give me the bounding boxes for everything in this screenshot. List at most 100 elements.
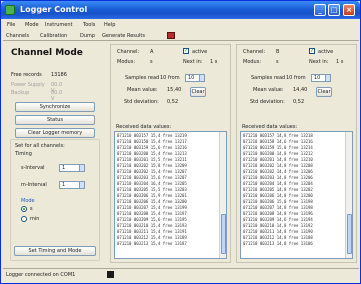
samples-spinner[interactable]: 10 — [311, 74, 331, 82]
modus-value: s — [276, 59, 279, 65]
list-item[interactable]: 071210 003159 15,0 free 13214 — [243, 145, 313, 150]
active-label: active — [192, 49, 208, 55]
list-item[interactable]: 071210 003209 14,6 free 13194 — [243, 217, 313, 222]
list-item[interactable]: 071210 003158 14,6 free 13216 — [243, 139, 313, 144]
received-data-list[interactable]: 071210 003157 14,8 free 13218 071210 003… — [240, 131, 353, 259]
std-deviation-label: Std deviation: — [250, 99, 285, 105]
list-item[interactable]: 071210 003201 15,5 free 13211 — [117, 157, 187, 162]
menu-tools[interactable]: Tools — [83, 22, 95, 28]
list-item[interactable]: 071210 003209 15,6 free 13195 — [117, 217, 187, 222]
set-timing-mode-button[interactable]: Set Timing and Mode — [14, 246, 96, 256]
s-interval-spinner[interactable]: 1 — [59, 164, 85, 172]
list-item[interactable]: 071210 003200 15,4 free 13213 — [117, 151, 187, 156]
list-item[interactable]: 071210 003203 15,6 free 13207 — [117, 175, 187, 180]
group-title: Set for all channels: — [15, 143, 65, 149]
channel-value: B — [276, 49, 280, 55]
scrollbar-thumb[interactable] — [221, 214, 226, 254]
list-item[interactable]: 071210 003213 15,4 free 13187 — [117, 241, 187, 246]
channel-label: Channel: — [117, 49, 140, 55]
synchronize-button[interactable]: Synchronize — [15, 102, 95, 112]
list-item[interactable]: 071210 003208 15,4 free 13197 — [117, 211, 187, 216]
samples-read-label: Samples read — [125, 75, 160, 81]
panel-heading: Channel Mode — [11, 48, 83, 58]
list-item[interactable]: 071210 003206 14,8 free 13200 — [243, 193, 313, 198]
std-deviation-label: Std deviation: — [124, 99, 159, 105]
channel-mode-panel: Channel Mode Free records 13186 Power Su… — [5, 44, 103, 265]
minimize-button[interactable]: _ — [314, 4, 326, 16]
menu-file[interactable]: File — [7, 22, 15, 28]
backup-value: 00.0 V — [51, 90, 63, 102]
next-value: 1 s — [336, 59, 344, 65]
spinner-arrows-icon[interactable] — [325, 75, 330, 81]
next-label: Next in: — [309, 59, 329, 65]
menu-help[interactable]: Help — [104, 22, 115, 28]
toolbar-generate-results[interactable]: Generate Results — [102, 33, 145, 39]
status-text: Logger connected on COM1 — [6, 272, 76, 278]
set-all-channels-group: Set for all channels: Timing s-Interval … — [10, 139, 100, 261]
list-item[interactable]: 071210 003212 15,4 free 13189 — [117, 235, 187, 240]
samples-spinner[interactable]: 10 — [185, 74, 205, 82]
menu-instrument[interactable]: Instrument — [45, 22, 73, 28]
list-item[interactable]: 071210 003207 15,4 free 13199 — [117, 205, 187, 210]
scrollbar-thumb[interactable] — [347, 214, 352, 254]
received-data-list[interactable]: 071210 003157 15,4 free 13219 071210 003… — [114, 131, 227, 259]
m-interval-spinner[interactable]: 1 — [59, 181, 85, 189]
list-item[interactable]: 071210 003208 14,8 free 13196 — [243, 211, 313, 216]
list-item[interactable]: 071210 003210 15,4 free 13193 — [117, 223, 187, 228]
mode-s-radio[interactable] — [21, 206, 27, 212]
clear-logger-memory-button[interactable]: Clear Logger memory — [15, 128, 95, 138]
modus-label: Modus: — [117, 59, 136, 65]
list-item[interactable]: 071210 003206 15,9 free 13201 — [117, 193, 187, 198]
list-item[interactable]: 071210 003211 15,4 free 13191 — [117, 229, 187, 234]
list-item[interactable]: 071210 003202 15,4 free 13207 — [117, 169, 187, 174]
toolbar-dump[interactable]: Dump — [80, 33, 95, 39]
mean-value: 14,40 — [293, 87, 308, 93]
list-item[interactable]: 071210 003210 14,8 free 13192 — [243, 223, 313, 228]
list-item[interactable]: 071210 003157 15,4 free 13219 — [117, 133, 187, 138]
list-item[interactable]: 071210 003205 15,5 free 13203 — [117, 187, 187, 192]
list-item[interactable]: 071210 003202 15,8 free 13209 — [117, 163, 187, 168]
maximize-button[interactable]: □ — [328, 4, 340, 16]
toolbar-channels[interactable]: Channels — [6, 33, 29, 39]
list-item[interactable]: 071210 003159 15,6 free 13216 — [117, 145, 187, 150]
list-item[interactable]: 071210 003204 16,4 free 13205 — [117, 181, 187, 186]
spinner-arrows-icon[interactable] — [79, 165, 84, 171]
list-item[interactable]: 071210 003206 15,4 free 13200 — [117, 199, 187, 204]
active-checkbox[interactable]: ✓ — [309, 48, 315, 54]
list-item[interactable]: 071210 003201 14,8 free 13210 — [243, 157, 313, 162]
list-item[interactable]: 071210 003203 14,8 free 13206 — [243, 175, 313, 180]
logger-control-window: Logger Control _ □ × File Mode Instrumen… — [0, 0, 361, 284]
menu-mode[interactable]: Mode — [25, 22, 39, 28]
list-item[interactable]: 071210 003158 15,4 free 13217 — [117, 139, 187, 144]
list-item[interactable]: 071210 003157 14,8 free 13218 — [243, 133, 313, 138]
list-item[interactable]: 071210 003205 14,8 free 13202 — [243, 187, 313, 192]
status-button[interactable]: Status — [15, 115, 95, 125]
clear-button[interactable]: Clear — [316, 87, 332, 97]
mode-min-radio[interactable] — [21, 216, 27, 222]
list-item[interactable]: 071210 003211 14,8 free 13190 — [243, 229, 313, 234]
list-item[interactable]: 071210 003207 14,8 free 13198 — [243, 205, 313, 210]
close-button[interactable]: × — [343, 4, 355, 16]
modus-label: Modus: — [243, 59, 262, 65]
toolbar-calibration[interactable]: Calibration — [40, 33, 67, 39]
list-item[interactable]: 071210 003200 14,8 free 13212 — [243, 151, 313, 156]
list-item[interactable]: 071210 003202 14,4 free 13206 — [243, 169, 313, 174]
list-item[interactable]: 071210 003213 14,8 free 13186 — [243, 241, 313, 246]
scrollbar[interactable] — [345, 132, 352, 258]
spinner-arrows-icon[interactable] — [199, 75, 204, 81]
results-icon[interactable] — [167, 32, 175, 39]
next-label: Next in: — [183, 59, 203, 65]
clear-button[interactable]: Clear — [190, 87, 206, 97]
list-item[interactable]: 071210 003202 14,8 free 13208 — [243, 163, 313, 168]
app-icon — [5, 5, 15, 15]
list-item[interactable]: 071210 003206 15,0 free 13198 — [243, 199, 313, 204]
samples-input-value: 10 — [314, 75, 321, 81]
list-item[interactable]: 071210 003204 14,8 free 13204 — [243, 181, 313, 186]
active-checkbox[interactable]: ✓ — [183, 48, 189, 54]
title-bar[interactable]: Logger Control _ □ × — [1, 1, 360, 19]
list-item[interactable]: 071210 003212 14,8 free 13188 — [243, 235, 313, 240]
samples-read-label: Samples read — [251, 75, 286, 81]
scrollbar[interactable] — [219, 132, 226, 258]
spinner-arrows-icon[interactable] — [79, 182, 84, 188]
mode-s-label: s — [30, 206, 33, 212]
